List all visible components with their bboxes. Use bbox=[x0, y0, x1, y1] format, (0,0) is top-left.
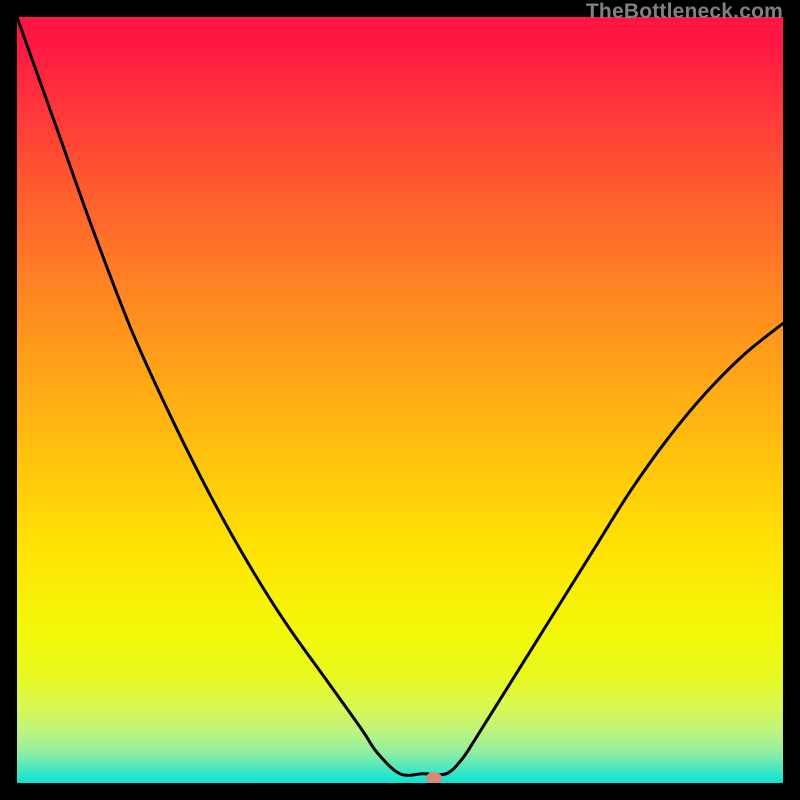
optimum-marker bbox=[426, 772, 442, 783]
bottleneck-curve bbox=[17, 17, 783, 783]
watermark-text: TheBottleneck.com bbox=[586, 0, 783, 24]
chart-stage: TheBottleneck.com bbox=[0, 0, 800, 800]
plot-area bbox=[17, 17, 783, 783]
